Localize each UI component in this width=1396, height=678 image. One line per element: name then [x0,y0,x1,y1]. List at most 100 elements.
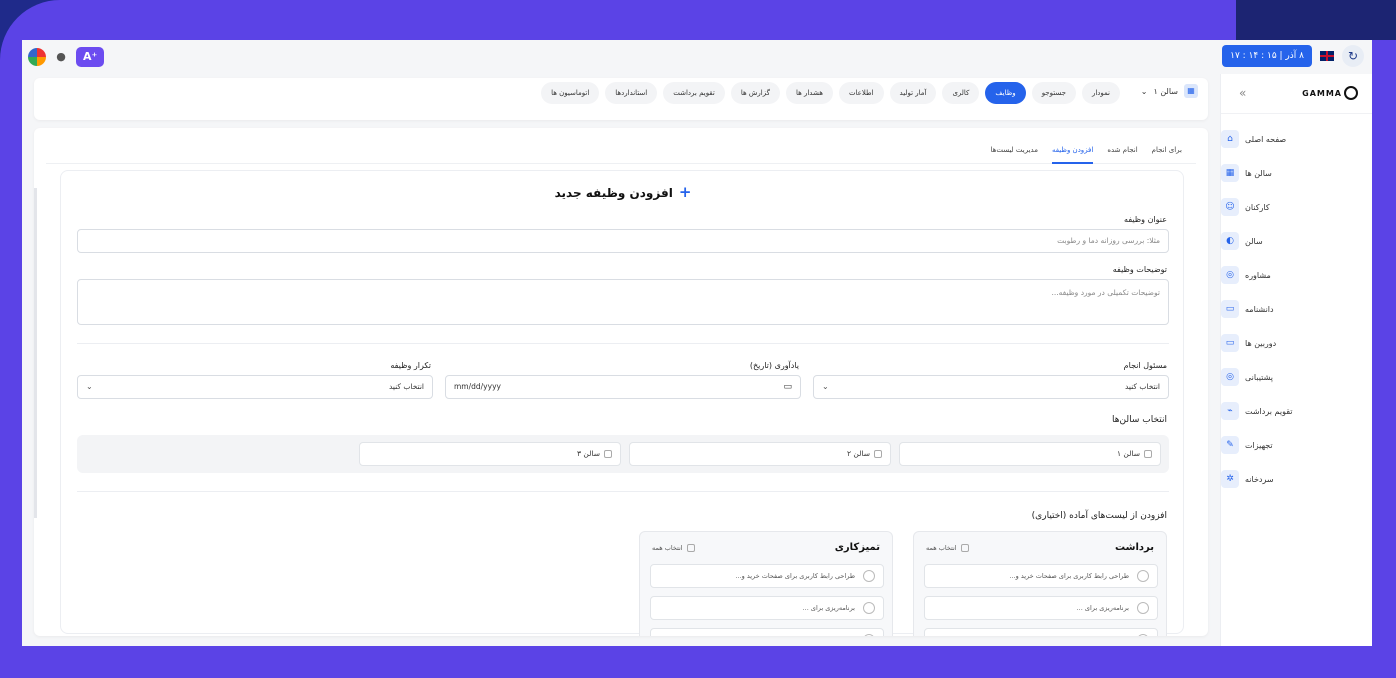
tab-reports[interactable]: گزارش ها [730,82,780,104]
sidebar-item-cameras[interactable]: ▭ دوربین ها [1221,326,1372,360]
sidebar-item-label: تقویم برداشت [1245,406,1293,416]
list-item[interactable]: طراحی رابط کاربری برای صفحات خرید و... [650,564,884,588]
sidebar-item-label: سالن ها [1245,168,1272,178]
reminder-date-input[interactable]: mm/dd/yyyy ▭ [445,375,801,399]
sidebar-item-staff[interactable]: ☺ کارکنان [1221,190,1372,224]
tab-search[interactable]: جستوجو [1031,82,1076,104]
responsible-select[interactable]: انتخاب کنید ⌄ [813,375,1169,399]
calendar-icon[interactable]: ▭ [783,376,792,398]
list-item-label: طراحی رابط کاربری برای صفحات خرید و... [735,572,855,580]
tab-alerts[interactable]: هشدار ها [785,82,833,104]
divider [77,491,1169,492]
divider [77,343,1169,344]
tab-info[interactable]: اطلاعات [838,82,884,104]
sidebar-item-hall[interactable]: ◐ سالن [1221,224,1372,258]
select-all-checkbox[interactable]: انتخاب همه [926,544,969,552]
sidebar-header: GAMMA « [1221,74,1372,114]
tab-manage-lists[interactable]: مدیریت لیست‌ها [991,136,1038,164]
repeat-select[interactable]: انتخاب کنید ⌄ [77,375,433,399]
ai-button[interactable]: A⁺ [76,47,105,67]
checkbox-icon [874,450,882,458]
list-title: برداشت [1115,542,1154,553]
chevron-down-icon: ⌄ [822,382,829,391]
checkbox-icon [686,544,695,552]
sidebar-item-cold-storage[interactable]: ✲ سردخانه [1221,462,1372,496]
sidebar-item-encyclopedia[interactable]: ▭ دانشنامه [1221,292,1372,326]
list-item[interactable]: برنامه‌ریزی برای ... [924,596,1158,620]
description-label: توضیحات وظیفه [1112,265,1167,274]
sidebar-item-equipment[interactable]: ✎ تجهیزات [1221,428,1372,462]
list-item-label: برنامه‌ریزی برای ... [1076,604,1129,612]
snowflake-icon: ✲ [1221,470,1239,488]
salon-select[interactable]: ⌄ سالن ۱ ▦ [1141,84,1198,98]
select-all-label: انتخاب همه [926,544,957,552]
tab-add-task[interactable]: افزودن وظیفه [1051,136,1094,164]
brand-mark-icon [1344,86,1358,100]
list-cleaning: تمیزکاری انتخاب همه طراحی رابط کاربری بر… [639,531,893,636]
radio-icon [1137,570,1149,582]
salon-select-value: سالن ۱ [1153,86,1178,96]
checkbox-icon [604,450,612,458]
task-title-input[interactable]: مثلا: بررسی روزانه دما و رطوبت [77,229,1169,253]
description-textarea[interactable]: توضیحات تکمیلی در مورد وظیفه... [77,279,1169,325]
sidebar-item-halls[interactable]: ▦ سالن ها [1221,156,1372,190]
salon-checkbox-label: سالن ۳ [577,449,600,458]
sidebar-item-home[interactable]: ⌂ صفحه اصلی [1221,122,1372,156]
building-icon: ▦ [1221,164,1239,182]
tab-gallery[interactable]: کالری [942,82,980,104]
book-icon: ▭ [1221,300,1239,318]
support-icon: ◎ [1221,368,1239,386]
nav-tabs: نمودار جستوجو وظایف کالری آمار تولید اطل… [541,82,1120,104]
repeat-select-value: انتخاب کنید [388,382,424,391]
list-item[interactable]: برنامه‌ریزی برای ... [650,596,884,620]
tab-tasks[interactable]: وظایف [985,82,1026,104]
language-flag-icon[interactable] [1320,51,1334,61]
refresh-icon[interactable]: ↻ [1342,45,1364,67]
tab-harvest-calendar[interactable]: تقویم برداشت [663,82,725,104]
collapse-sidebar-icon[interactable]: « [1239,86,1246,100]
chevron-down-icon: ⌄ [86,382,93,391]
responsible-label: مسئول انجام [1123,361,1167,370]
list-harvest: برداشت انتخاب همه طراحی رابط کاربری برای… [913,531,1167,636]
scrollbar[interactable] [34,188,37,518]
sidebar-item-harvest-calendar[interactable]: ⌁ تقویم برداشت [1221,394,1372,428]
tab-standards[interactable]: استاندارد‌ها [605,82,658,104]
tab-automations[interactable]: اتوماسیون ها [541,82,600,104]
checkbox-icon [960,544,969,552]
main-content: برای انجام انجام شده افزودن وظیفه مدیریت… [34,128,1208,636]
list-item[interactable] [650,628,884,636]
tab-production-stats[interactable]: آمار تولید [889,82,937,104]
target-icon: ◎ [1221,266,1239,284]
salon-checkbox-1[interactable]: سالن ۱ [899,442,1161,466]
sidebar-item-label: دوربین ها [1245,338,1277,348]
date-time-badge: ۸ آذر | ۱۵ : ۱۴ : ۱۷ [1222,45,1312,67]
users-icon: ☺ [1221,198,1239,216]
user-avatar[interactable] [28,48,46,66]
tab-todo[interactable]: برای انجام [1152,136,1182,164]
top-bar-right: ۸ آذر | ۱۵ : ۱۴ : ۱۷ ↻ [1222,45,1364,67]
chevron-down-icon: ⌄ [1140,86,1148,96]
home-icon: ⌂ [1221,130,1239,148]
tab-done[interactable]: انجام شده [1107,136,1137,164]
tab-chart[interactable]: نمودار [1081,82,1120,104]
wrench-icon: ✎ [1221,436,1239,454]
salons-label: انتخاب سالن‌ها [1112,415,1167,425]
select-all-checkbox[interactable]: انتخاب همه [652,544,695,552]
list-item[interactable]: طراحی رابط کاربری برای صفحات خرید و... [924,564,1158,588]
sub-tabs: برای انجام انجام شده افزودن وظیفه مدیریت… [46,136,1196,164]
sidebar-item-label: تجهیزات [1245,440,1273,450]
radio-icon [1137,634,1149,636]
select-all-label: انتخاب همه [652,544,683,552]
list-item[interactable] [924,628,1158,636]
sidebar-item-support[interactable]: ◎ پشتیبانی [1221,360,1372,394]
responsible-select-value: انتخاب کنید [1124,382,1160,391]
salons-box: سالن ۱ سالن ۲ سالن ۳ [77,435,1169,473]
sidebar-item-consulting[interactable]: ◎ مشاوره [1221,258,1372,292]
top-bar: ● A⁺ ۸ آذر | ۱۵ : ۱۴ : ۱۷ ↻ [22,40,1372,74]
chart-icon: ⌁ [1221,402,1239,420]
radio-icon [1137,602,1149,614]
salon-checkbox-3[interactable]: سالن ۳ [359,442,621,466]
sidebar-item-label: سردخانه [1245,474,1274,484]
bell-icon[interactable]: ● [54,50,68,64]
salon-checkbox-2[interactable]: سالن ۲ [629,442,891,466]
